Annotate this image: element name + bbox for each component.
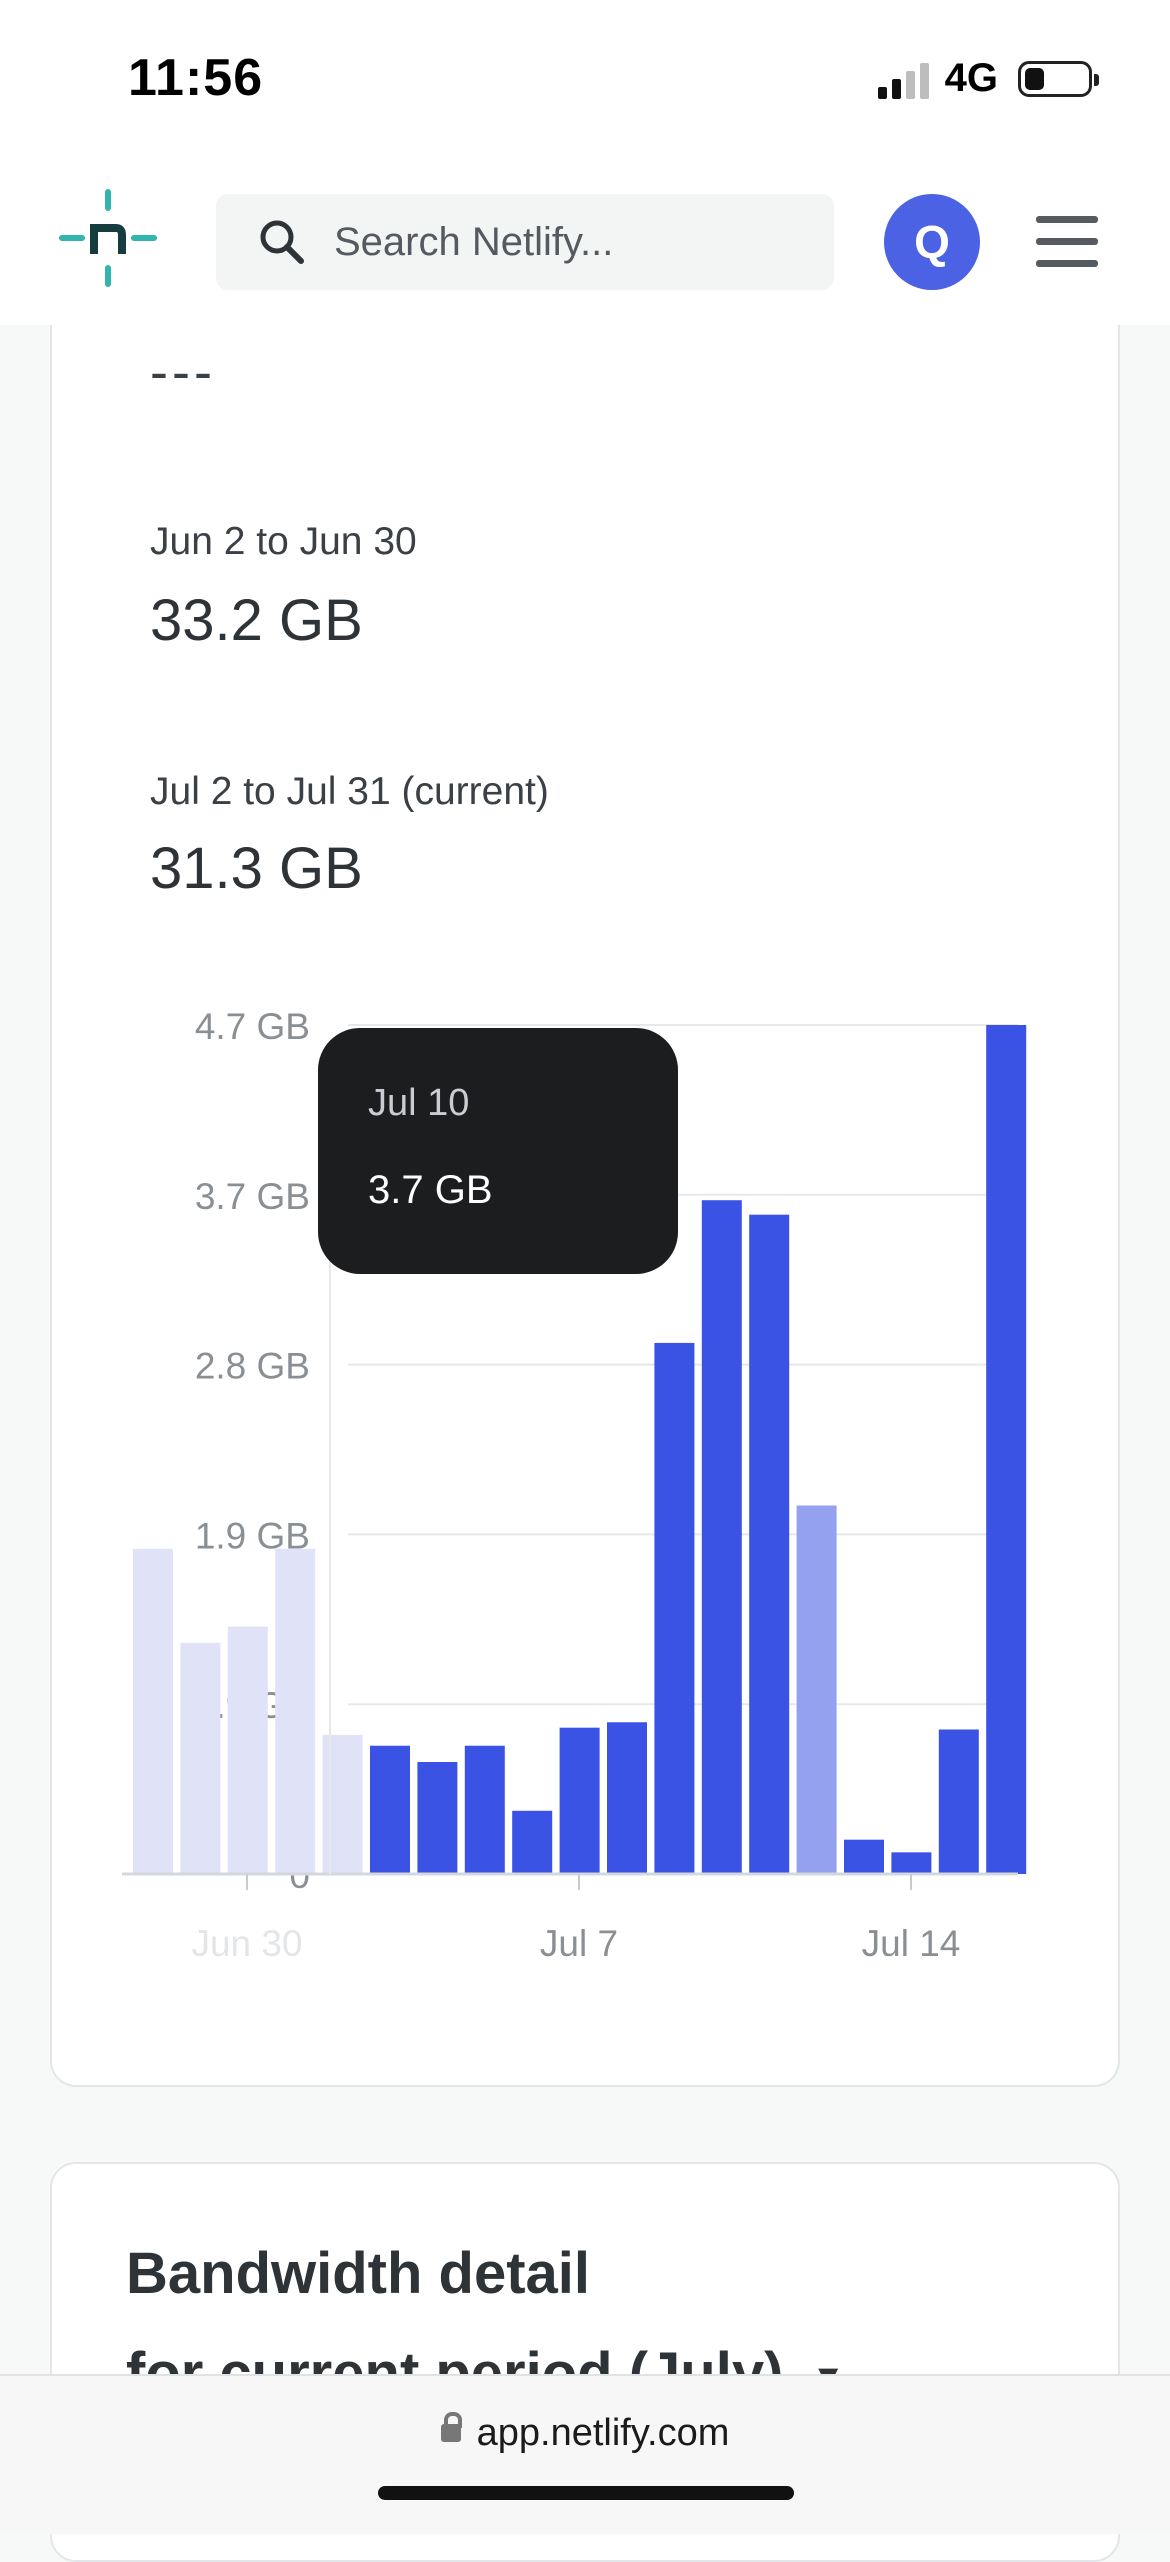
x-tick-label: Jul 14 xyxy=(862,1923,961,1964)
network-type: 4G xyxy=(944,56,998,100)
chart-bar xyxy=(986,1025,1027,1874)
search-placeholder: Search Netlify... xyxy=(334,219,614,264)
avatar[interactable]: Q xyxy=(884,194,980,290)
search-icon xyxy=(260,220,304,264)
chart-bar xyxy=(417,1762,458,1874)
previous-period-value: 33.2 GB xyxy=(150,588,363,653)
y-tick-label: 4.7 GB xyxy=(195,1006,310,1047)
app-header: Search Netlify... Q xyxy=(0,150,1170,325)
netlify-logo-icon[interactable] xyxy=(58,188,158,288)
home-indicator xyxy=(378,2486,794,2500)
hamburger-menu-icon[interactable] xyxy=(1036,216,1098,268)
chart-bar xyxy=(512,1810,553,1874)
chart-bar xyxy=(749,1214,790,1874)
chart-bar xyxy=(796,1505,837,1874)
tooltip-value: 3.7 GB xyxy=(368,1168,493,1212)
status-time: 11:56 xyxy=(128,49,264,107)
chart-bar xyxy=(844,1839,884,1874)
chart-bar xyxy=(133,1548,173,1874)
chart-bar xyxy=(607,1722,647,1874)
status-indicators: 4G xyxy=(877,56,1099,101)
chart-bar xyxy=(464,1745,505,1874)
chart-bar xyxy=(322,1734,363,1874)
cellular-signal-icon xyxy=(877,59,929,99)
chart-bar xyxy=(227,1626,268,1874)
search-input[interactable]: Search Netlify... xyxy=(216,194,834,290)
y-tick-label: 2.8 GB xyxy=(195,1346,310,1387)
status-bar: 11:56 4G xyxy=(0,0,1170,150)
battery-icon xyxy=(1018,60,1099,97)
chart-bar xyxy=(180,1642,221,1874)
chart-bar xyxy=(654,1342,695,1874)
chart-bar xyxy=(938,1729,979,1874)
bandwidth-detail-title: Bandwidth detail xyxy=(126,2241,590,2306)
browser-url-bar[interactable]: app.netlify.com xyxy=(0,2374,1170,2534)
x-tick-label: Jun 30 xyxy=(191,1923,302,1964)
chart-bar xyxy=(370,1745,410,1874)
previous-period-label: Jun 2 to Jun 30 xyxy=(150,520,417,563)
chart-bar xyxy=(559,1727,600,1874)
url-display: app.netlify.com xyxy=(0,2411,1170,2455)
placeholder-dashes: --- xyxy=(150,342,216,402)
battery-level xyxy=(1025,67,1044,90)
chart-bar xyxy=(275,1548,316,1874)
y-tick-label: 3.7 GB xyxy=(195,1176,310,1217)
tooltip-date: Jul 10 xyxy=(368,1082,470,1124)
x-tick-label: Jul 7 xyxy=(540,1923,618,1964)
lock-icon xyxy=(440,2411,462,2442)
chart-bar xyxy=(701,1200,742,1874)
chart-bar xyxy=(891,1852,932,1874)
current-period-value: 31.3 GB xyxy=(150,836,363,901)
current-period-label: Jul 2 to Jul 31 (current) xyxy=(150,770,549,813)
url-text: app.netlify.com xyxy=(476,2412,730,2454)
chart-tooltip: Jul 10 3.7 GB xyxy=(318,1028,678,1274)
